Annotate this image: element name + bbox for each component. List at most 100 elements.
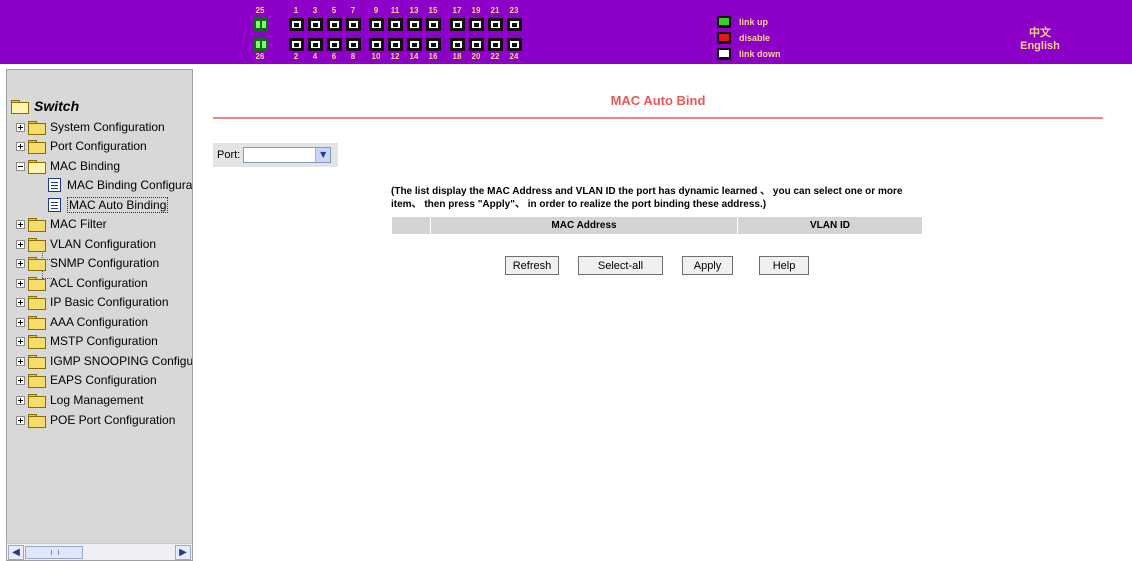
language-chinese-link[interactable]: 中文: [1018, 24, 1062, 40]
sidebar-item-vlan-configuration[interactable]: VLAN Configuration: [16, 235, 156, 253]
language-english-link[interactable]: English: [1018, 40, 1062, 52]
folder-icon: [28, 394, 46, 408]
port-number-22: 22: [490, 52, 500, 61]
expand-icon[interactable]: [16, 336, 25, 346]
apply-button[interactable]: Apply: [682, 256, 733, 275]
expand-icon[interactable]: [16, 395, 25, 405]
expand-icon[interactable]: [16, 375, 25, 385]
port-19-icon[interactable]: [469, 18, 484, 31]
folder-icon: [28, 121, 46, 135]
tree-root-switch[interactable]: Switch: [11, 98, 79, 114]
folder-icon: [28, 257, 46, 271]
port-14-icon[interactable]: [407, 38, 422, 51]
folder-icon: [28, 277, 46, 291]
sidebar-item-acl-configuration[interactable]: ACL Configuration: [16, 274, 148, 292]
expand-icon[interactable]: [16, 278, 25, 288]
select-all-button[interactable]: Select-all: [578, 256, 663, 275]
help-button[interactable]: Help: [759, 256, 809, 275]
expand-icon[interactable]: [16, 317, 25, 327]
port-2-icon[interactable]: [289, 38, 304, 51]
collapse-icon[interactable]: [16, 161, 25, 171]
horizontal-scrollbar[interactable]: ◀ ▶: [7, 543, 192, 560]
port-9-icon[interactable]: [369, 18, 384, 31]
port-23-icon[interactable]: [507, 18, 522, 31]
sidebar-item-port-configuration[interactable]: Port Configuration: [16, 137, 147, 155]
page-title: MAC Auto Bind: [610, 93, 706, 108]
expand-icon[interactable]: [16, 122, 25, 132]
sidebar-item-igmp-snooping-configuration[interactable]: IGMP SNOOPING Configura: [16, 352, 192, 370]
sidebar-item-mstp-configuration[interactable]: MSTP Configuration: [16, 332, 158, 350]
expand-icon[interactable]: [16, 219, 25, 229]
sidebar-item-mac-auto-binding[interactable]: MAC Auto Binding: [48, 196, 169, 214]
port-number-11: 11: [390, 6, 400, 15]
top-banner: 25 26 1 2 3 4 5 6 7 8 9 10 11 12 13 14 15 16 17 18 19 20 21 2…: [0, 0, 1132, 64]
port-20-icon[interactable]: [469, 38, 484, 51]
folder-icon: [28, 374, 46, 388]
port-17-icon[interactable]: [450, 18, 465, 31]
open-folder-icon: [11, 100, 29, 114]
port-8-icon[interactable]: [346, 38, 361, 51]
port-6-icon[interactable]: [327, 38, 342, 51]
legend-link-down: link down: [717, 47, 781, 61]
legend-disable: disable: [717, 31, 770, 45]
navigation-sidebar: Switch System Configuration Port Configu…: [6, 69, 193, 561]
document-icon: [48, 178, 61, 192]
column-header-mac-address: MAC Address: [431, 217, 738, 234]
port-number-12: 12: [390, 52, 400, 61]
port-10-icon[interactable]: [369, 38, 384, 51]
port-21-icon[interactable]: [488, 18, 503, 31]
refresh-button[interactable]: Refresh: [505, 256, 559, 275]
sidebar-item-snmp-configuration[interactable]: SNMP Configuration: [16, 254, 159, 272]
legend-link-up: link up: [717, 15, 768, 29]
sidebar-item-mac-binding-configuration[interactable]: MAC Binding Configuratic: [48, 176, 192, 194]
port-number-25: 25: [255, 6, 265, 15]
sidebar-item-poe-port-configuration[interactable]: POE Port Configuration: [16, 411, 175, 429]
port-number-9: 9: [373, 6, 379, 15]
port-24-icon[interactable]: [507, 38, 522, 51]
port-5-icon[interactable]: [327, 18, 342, 31]
expand-icon[interactable]: [16, 258, 25, 268]
sidebar-item-aaa-configuration[interactable]: AAA Configuration: [16, 313, 148, 331]
chevron-down-icon[interactable]: ▼: [315, 148, 331, 162]
port-11-icon[interactable]: [388, 18, 403, 31]
expand-icon[interactable]: [16, 415, 25, 425]
port-label: Port:: [217, 149, 241, 161]
port-15-icon[interactable]: [426, 18, 441, 31]
port-25-icon[interactable]: [253, 18, 268, 31]
column-header-select: [392, 217, 431, 234]
sidebar-item-log-management[interactable]: Log Management: [16, 391, 143, 409]
port-number-20: 20: [471, 52, 481, 61]
port-4-icon[interactable]: [308, 38, 323, 51]
port-number-24: 24: [509, 52, 519, 61]
folder-icon: [28, 335, 46, 349]
expand-icon[interactable]: [16, 297, 25, 307]
sidebar-item-ip-basic-configuration[interactable]: IP Basic Configuration: [16, 293, 169, 311]
port-16-icon[interactable]: [426, 38, 441, 51]
sidebar-item-mac-filter[interactable]: MAC Filter: [16, 215, 107, 233]
port-18-icon[interactable]: [450, 38, 465, 51]
port-12-icon[interactable]: [388, 38, 403, 51]
port-number-2: 2: [293, 52, 299, 61]
scroll-right-icon[interactable]: ▶: [175, 545, 191, 560]
scrollbar-thumb[interactable]: [25, 546, 83, 559]
folder-icon: [28, 296, 46, 310]
sidebar-item-system-configuration[interactable]: System Configuration: [16, 118, 165, 136]
port-3-icon[interactable]: [308, 18, 323, 31]
port-7-icon[interactable]: [346, 18, 361, 31]
navigation-tree: Switch System Configuration Port Configu…: [7, 70, 192, 543]
link-down-icon: [717, 48, 731, 60]
port-13-icon[interactable]: [407, 18, 422, 31]
expand-icon[interactable]: [16, 239, 25, 249]
port-26-icon[interactable]: [253, 38, 268, 51]
port-select[interactable]: ▼: [243, 147, 332, 163]
scroll-left-icon[interactable]: ◀: [8, 545, 24, 560]
expand-icon[interactable]: [16, 356, 25, 366]
expand-icon[interactable]: [16, 141, 25, 151]
sidebar-item-eaps-configuration[interactable]: EAPS Configuration: [16, 371, 157, 389]
port-number-17: 17: [452, 6, 462, 15]
port-1-icon[interactable]: [289, 18, 304, 31]
folder-icon: [28, 414, 46, 428]
sidebar-item-mac-binding[interactable]: MAC Binding: [16, 157, 120, 175]
port-number-3: 3: [312, 6, 318, 15]
port-22-icon[interactable]: [488, 38, 503, 51]
